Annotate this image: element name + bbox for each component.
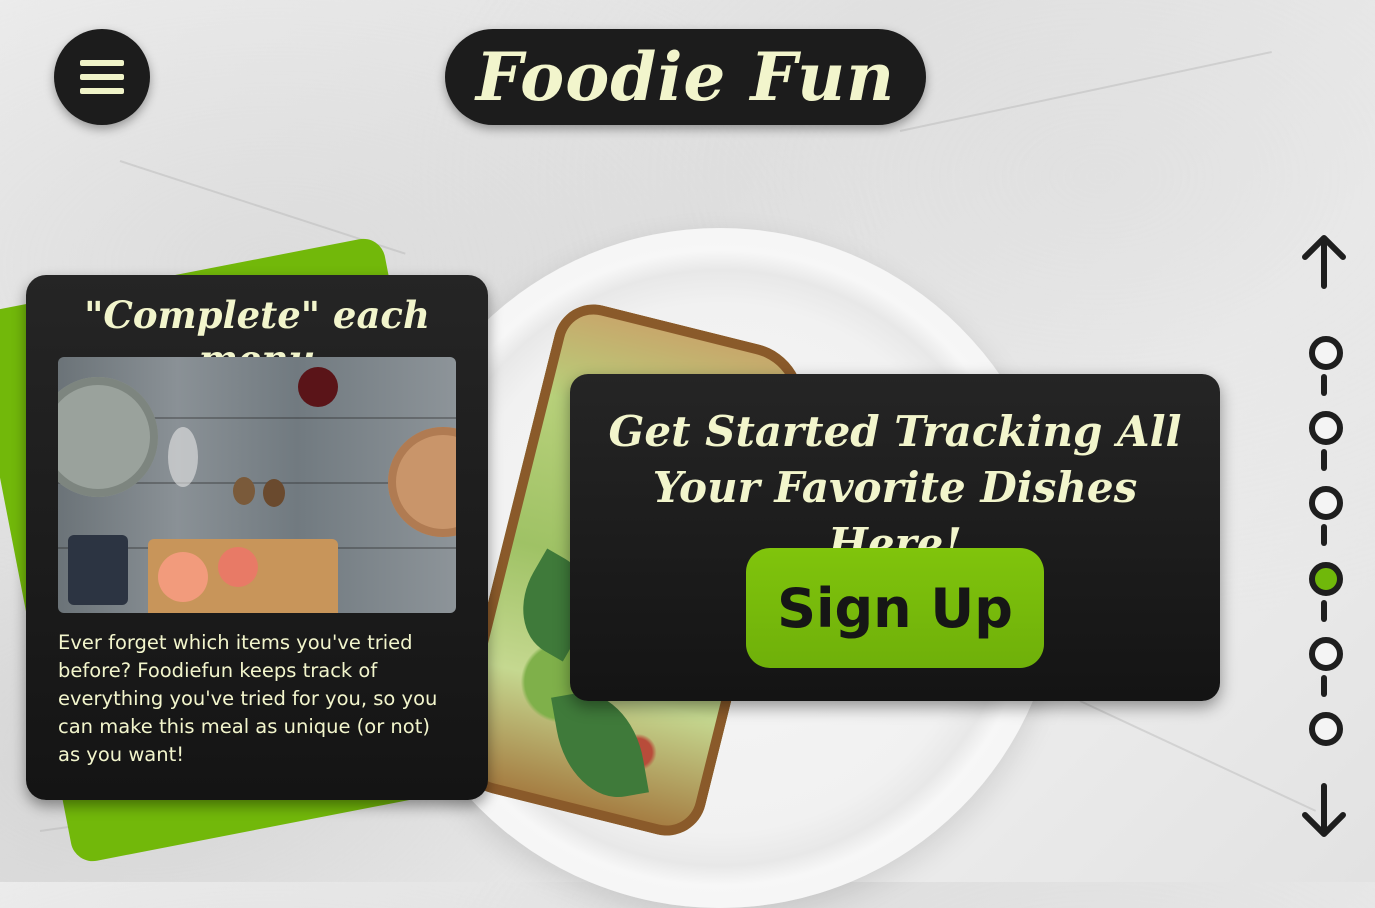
brand-title: Foodie Fun bbox=[475, 38, 896, 116]
pager-connector bbox=[1321, 449, 1327, 471]
pager-connector bbox=[1321, 675, 1327, 697]
slide-pager bbox=[1297, 230, 1351, 850]
pager-connector bbox=[1321, 600, 1327, 622]
slide-dot-1[interactable] bbox=[1309, 336, 1343, 370]
sign-up-button[interactable]: Sign Up bbox=[746, 548, 1044, 668]
arrow-down-icon bbox=[1302, 783, 1346, 837]
slide-dot-4-active[interactable] bbox=[1309, 562, 1343, 596]
scroll-up-button[interactable] bbox=[1297, 230, 1351, 290]
slide-dot-6[interactable] bbox=[1309, 712, 1343, 746]
signup-card-heading: Get Started Tracking All Your Favorite D… bbox=[608, 407, 1182, 568]
slide-dot-3[interactable] bbox=[1309, 486, 1343, 520]
hamburger-menu-icon bbox=[80, 60, 124, 66]
slide-dot-2[interactable] bbox=[1309, 411, 1343, 445]
slide-dot-5[interactable] bbox=[1309, 637, 1343, 671]
scroll-down-button[interactable] bbox=[1297, 782, 1351, 842]
menu-button[interactable] bbox=[54, 29, 150, 125]
table-food-photo bbox=[58, 357, 456, 613]
pager-connector bbox=[1321, 524, 1327, 546]
marble-vein bbox=[899, 51, 1272, 132]
hamburger-menu-icon-bar bbox=[80, 88, 124, 94]
marble-vein bbox=[1079, 700, 1317, 812]
signup-card: Get Started Tracking All Your Favorite D… bbox=[570, 374, 1220, 701]
brand-logo[interactable]: Foodie Fun bbox=[445, 29, 926, 125]
hamburger-menu-icon-bar bbox=[80, 74, 124, 80]
feature-card-description: Ever forget which items you've tried bef… bbox=[58, 631, 438, 766]
arrow-up-icon bbox=[1302, 235, 1346, 289]
pager-connector bbox=[1321, 374, 1327, 396]
feature-card: "Complete" each menu Ever forget which i… bbox=[26, 275, 488, 800]
